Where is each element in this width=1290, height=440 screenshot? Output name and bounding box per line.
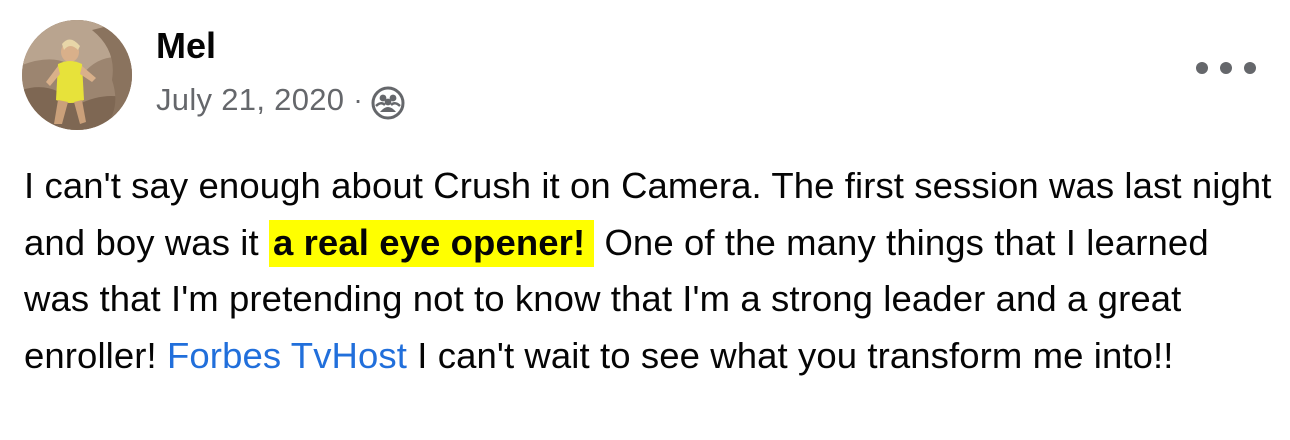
friends-group-icon[interactable] bbox=[371, 86, 405, 120]
post-date[interactable]: July 21, 2020 bbox=[156, 82, 344, 118]
mention-link[interactable]: Forbes TvHost bbox=[167, 335, 407, 376]
author-name[interactable]: Mel bbox=[156, 24, 216, 68]
post-meta: July 21, 2020 · bbox=[156, 80, 405, 120]
post-text-part: I can't wait to see what you transform m… bbox=[407, 334, 1174, 376]
more-dot bbox=[1244, 62, 1256, 74]
avatar-photo bbox=[22, 20, 132, 130]
more-dot bbox=[1196, 62, 1208, 74]
post-card: Mel July 21, 2020 · I can't say enough a… bbox=[0, 0, 1290, 440]
more-dot bbox=[1220, 62, 1232, 74]
more-options-icon[interactable] bbox=[1196, 48, 1256, 88]
meta-separator: · bbox=[353, 84, 363, 115]
highlighted-phrase: a real eye opener! bbox=[268, 219, 595, 267]
post-body: I can't say enough about Crush it on Cam… bbox=[24, 158, 1274, 384]
avatar[interactable] bbox=[22, 20, 132, 130]
